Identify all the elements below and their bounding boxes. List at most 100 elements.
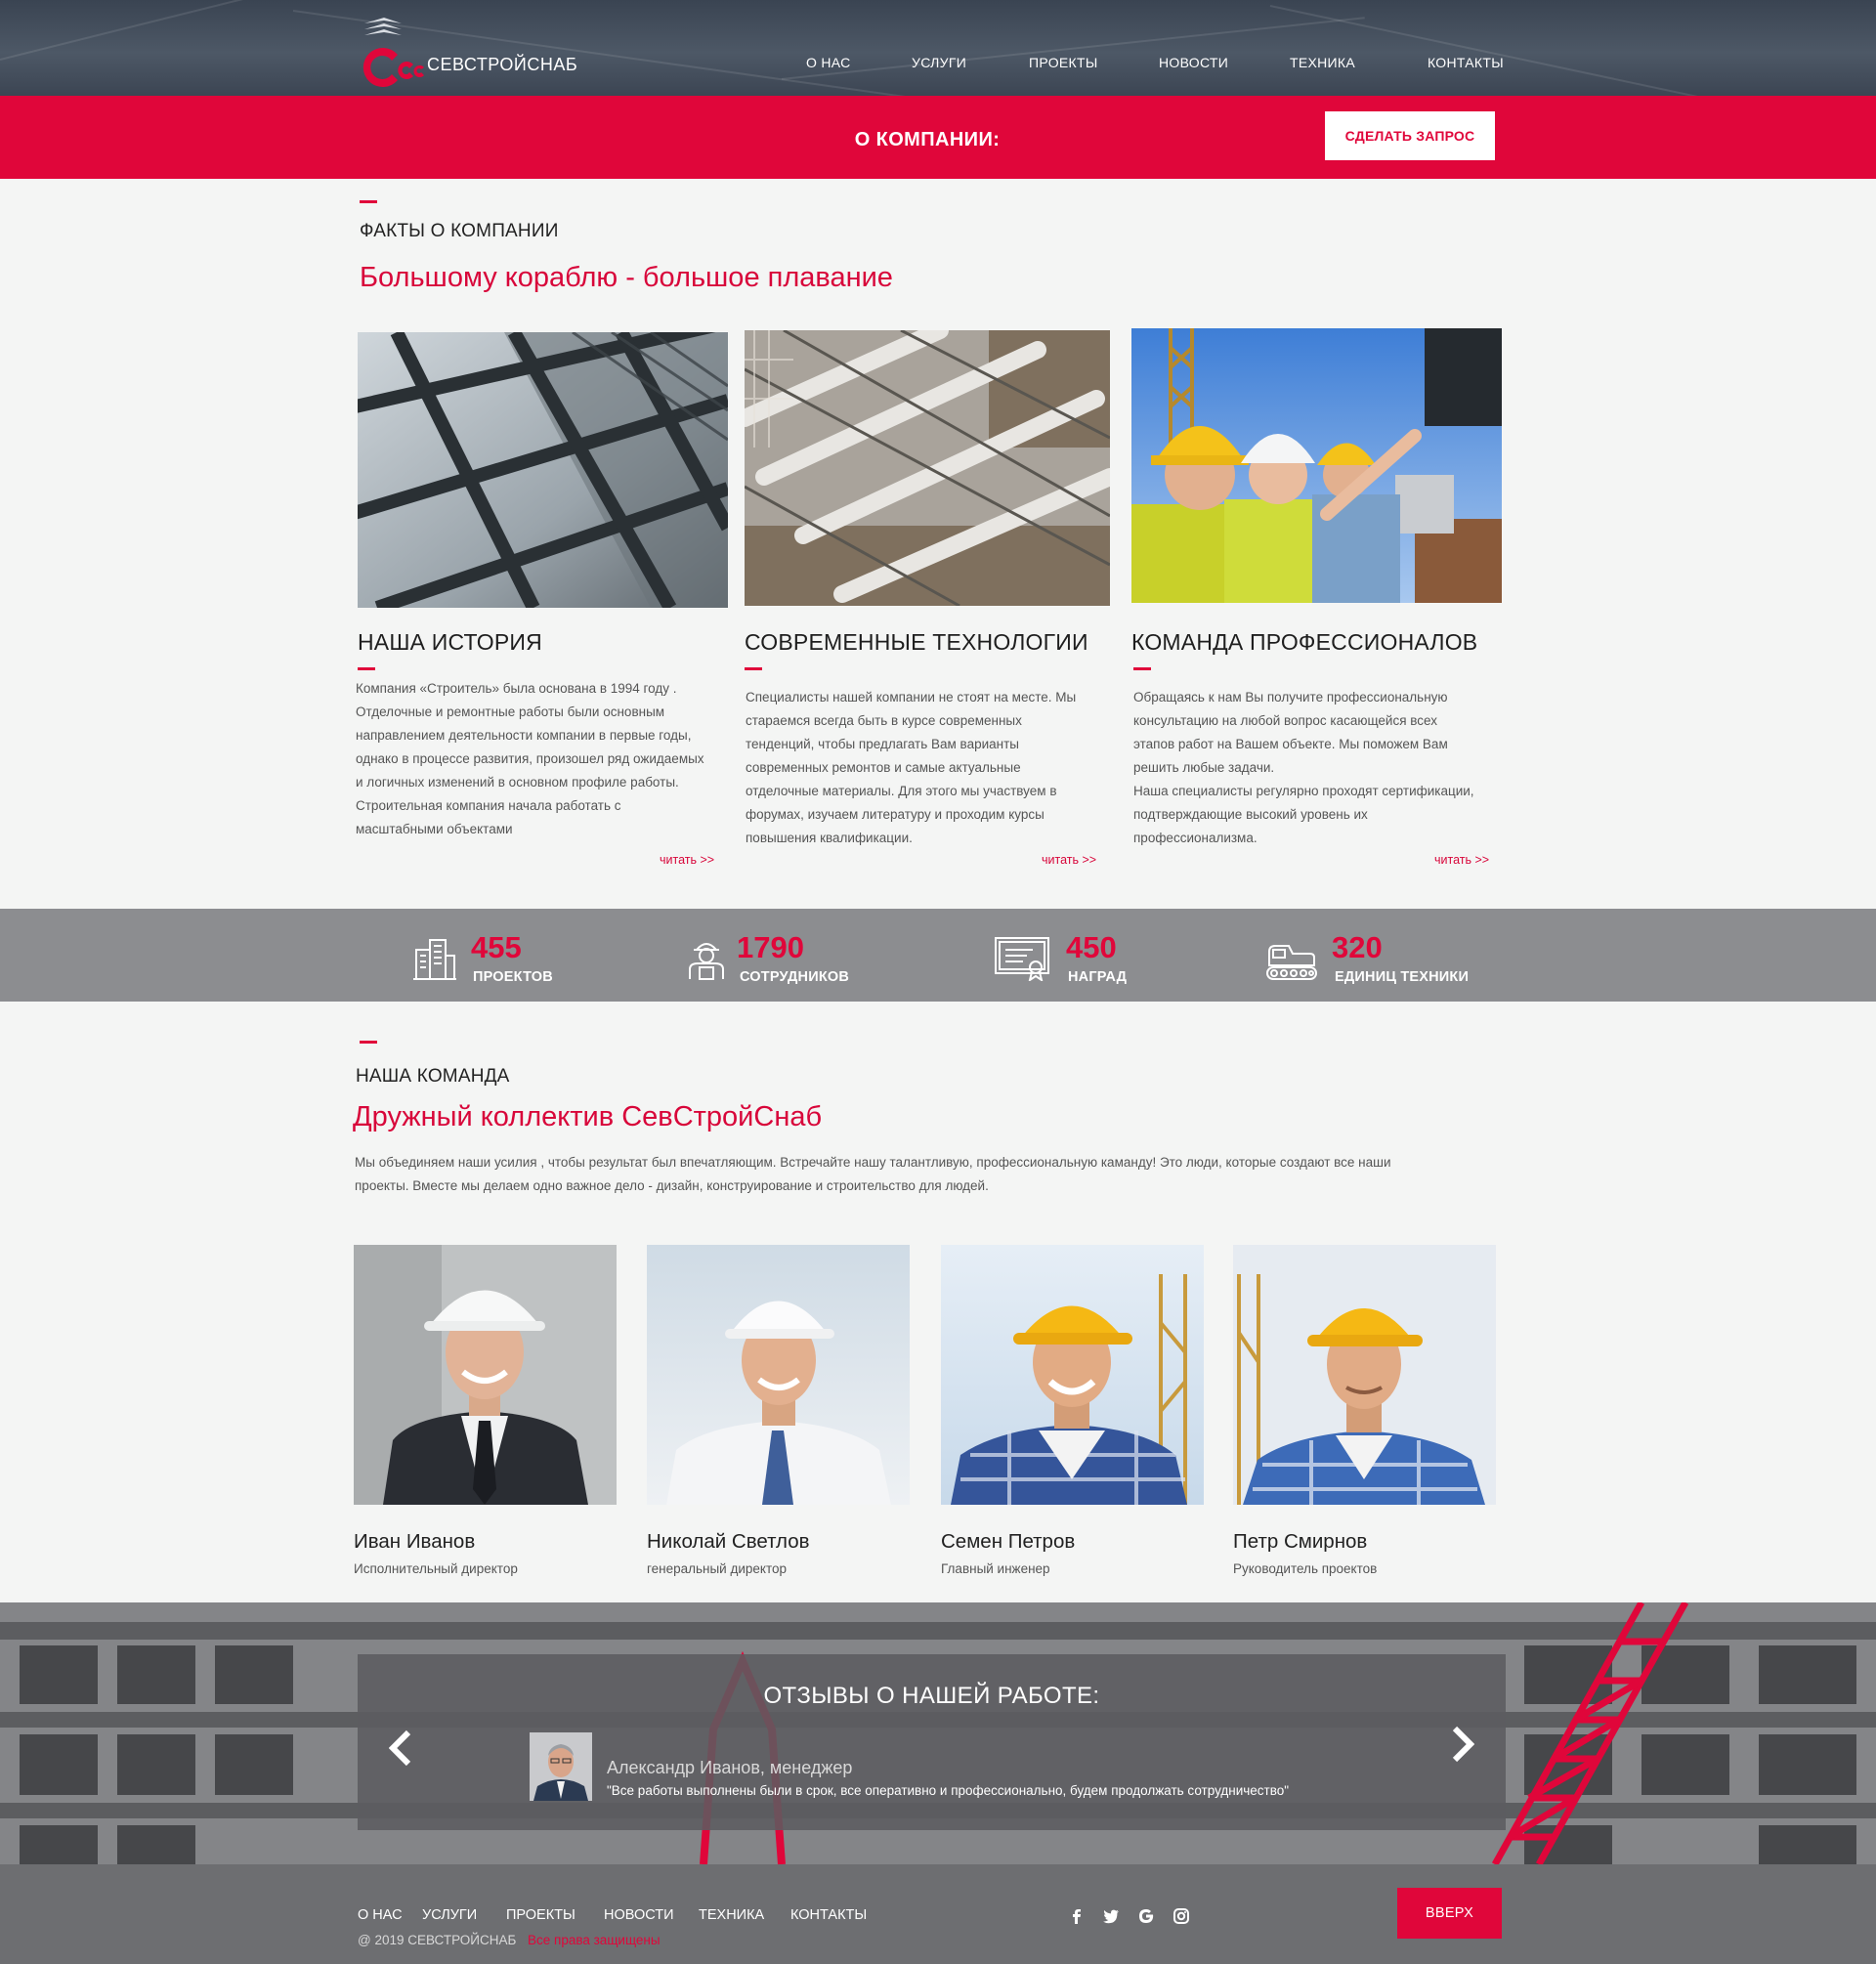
- construction-site-image: [745, 330, 1110, 606]
- reviews-section: ОТЗЫВЫ О НАШЕЙ РАБОТЕ: Александр Иванов,…: [0, 1602, 1876, 1864]
- footer-nav-projects[interactable]: ПРОЕКТЫ: [506, 1907, 576, 1923]
- stat-awards-value: 450: [1066, 930, 1117, 964]
- stats-bar: 455 ПРОЕКТОВ 1790 СОТРУДНИКОВ 450 НАГРАД…: [0, 909, 1876, 1002]
- glass-roof-image: [358, 332, 728, 608]
- text-line: консультацию на любой вопрос касающейся …: [1133, 713, 1438, 728]
- site-footer: О НАС УСЛУГИ ПРОЕКТЫ НОВОСТИ ТЕХНИКА КОН…: [0, 1864, 1876, 1964]
- buildings-icon: [413, 939, 456, 980]
- nav-item-projects[interactable]: ПРОЕКТЫ: [1029, 55, 1098, 70]
- reviewer-avatar-image: [530, 1732, 592, 1801]
- worker-icon: [689, 943, 724, 980]
- nav-item-about[interactable]: О НАС: [806, 55, 851, 70]
- nav-item-contacts[interactable]: КОНТАКТЫ: [1428, 55, 1504, 70]
- reviews-panel: ОТЗЫВЫ О НАШЕЙ РАБОТЕ: Александр Иванов,…: [358, 1654, 1506, 1830]
- history-text: Компания «Строитель» была основана в 199…: [356, 677, 704, 841]
- stat-machinery-value: 320: [1332, 930, 1383, 964]
- stat-awards: 450 НАГРАД: [992, 909, 1187, 1002]
- reviewer-name: Александр Иванов, менеджер: [607, 1758, 853, 1777]
- text-line: однако в процессе развития, произошел ря…: [356, 751, 704, 766]
- member-photo: [941, 1245, 1204, 1505]
- team-card-text: Обращаясь к нам Вы получите профессионал…: [1133, 686, 1474, 850]
- text-line: профессионализма.: [1133, 831, 1258, 845]
- logo[interactable]: СЕВСТРОЙСНАБ: [357, 16, 611, 89]
- review-text: "Все работы выполнены были в срок, все о…: [607, 1783, 1290, 1798]
- nav-item-machinery[interactable]: ТЕХНИКА: [1290, 55, 1355, 70]
- team-read-more-link[interactable]: читать >>: [1434, 853, 1489, 867]
- stat-projects-label: ПРОЕКТОВ: [473, 969, 553, 985]
- footer-nav-news[interactable]: НОВОСТИ: [604, 1907, 674, 1923]
- instagram-icon[interactable]: [1172, 1907, 1190, 1925]
- footer-nav-about[interactable]: О НАС: [358, 1907, 403, 1923]
- member-photo: [354, 1245, 617, 1505]
- reviews-title: ОТЗЫВЫ О НАШЕЙ РАБОТЕ:: [763, 1683, 1100, 1709]
- text-line: повышения квалификации.: [746, 831, 913, 845]
- technology-text: Специалисты нашей компании не стоят на м…: [746, 686, 1076, 850]
- about-bar-title: О КОМПАНИИ:: [854, 129, 1001, 150]
- team-image: [1131, 328, 1502, 603]
- nav-item-services[interactable]: УСЛУГИ: [912, 55, 966, 70]
- history-title: НАША ИСТОРИЯ: [358, 629, 542, 655]
- technology-image: [745, 330, 1110, 606]
- text-line: Обращаясь к нам Вы получите профессионал…: [1133, 690, 1448, 704]
- request-button[interactable]: СДЕЛАТЬ ЗАПРОС: [1325, 111, 1495, 160]
- workers-image: [1131, 328, 1502, 603]
- text-line: решить любые задачи.: [1133, 760, 1275, 775]
- section-dash: [360, 1041, 377, 1044]
- team-kicker: НАША КОМАНДА: [356, 1066, 510, 1087]
- history-read-more-link[interactable]: читать >>: [660, 853, 714, 867]
- technology-read-more-link[interactable]: читать >>: [1042, 853, 1096, 867]
- portrait-image: [941, 1245, 1204, 1505]
- member-name: Николай Светлов: [647, 1530, 810, 1553]
- portrait-image: [354, 1245, 617, 1505]
- next-arrow-icon[interactable]: [1451, 1725, 1474, 1764]
- facts-kicker: ФАКТЫ О КОМПАНИИ: [360, 221, 559, 241]
- team-headline: Дружный коллектив СевСтройСнаб: [353, 1101, 823, 1132]
- stat-employees-value: 1790: [737, 930, 804, 964]
- text-line: Мы объединяем наши усилия , чтобы резуль…: [355, 1155, 1391, 1170]
- facebook-icon[interactable]: [1068, 1907, 1086, 1925]
- text-line: Наша специалисты регулярно проходят серт…: [1133, 784, 1474, 798]
- nav-item-news[interactable]: НОВОСТИ: [1159, 55, 1228, 70]
- stat-machinery-label: ЕДИНИЦ ТЕХНИКИ: [1335, 969, 1470, 985]
- about-bar: О КОМПАНИИ: СДЕЛАТЬ ЗАПРОС: [0, 96, 1876, 179]
- member-photo: [1233, 1245, 1496, 1505]
- section-dash: [358, 667, 375, 670]
- text-line: подтверждающие высокий уровень их: [1133, 807, 1368, 822]
- portrait-image: [1233, 1245, 1496, 1505]
- google-icon[interactable]: [1137, 1907, 1155, 1925]
- logo-text: СЕВСТРОЙСНАБ: [427, 55, 578, 74]
- copyright: @ 2019 СЕВСТРОЙСНАБ: [358, 1933, 517, 1947]
- stat-projects-value: 455: [471, 930, 522, 964]
- portrait-image: [647, 1245, 910, 1505]
- member-photo: [647, 1245, 910, 1505]
- member-name: Семен Петров: [941, 1530, 1076, 1553]
- stat-awards-label: НАГРАД: [1068, 969, 1128, 985]
- machinery-icon: [1266, 945, 1317, 980]
- text-line: этапов работ на Вашем объекте. Мы поможе…: [1133, 737, 1448, 751]
- scroll-top-button[interactable]: ВВЕРХ: [1397, 1888, 1502, 1939]
- section-dash: [1133, 667, 1151, 670]
- text-line: отделочные материалы. Для этого мы участ…: [746, 784, 1057, 798]
- team-intro: Мы объединяем наши усилия , чтобы резуль…: [355, 1151, 1469, 1198]
- rights-text: Все права защищены: [528, 1933, 661, 1947]
- member-role: генеральный директор: [647, 1561, 788, 1576]
- text-line: масштабными объектами: [356, 822, 513, 836]
- stat-employees-label: СОТРУДНИКОВ: [740, 969, 850, 985]
- reviewer-avatar: [530, 1732, 592, 1801]
- footer-nav-contacts[interactable]: КОНТАКТЫ: [790, 1907, 867, 1923]
- member-role: Главный инженер: [941, 1561, 1050, 1576]
- twitter-icon[interactable]: [1102, 1907, 1120, 1925]
- footer-nav-machinery[interactable]: ТЕХНИКА: [699, 1907, 764, 1923]
- text-line: и логичных изменений в основном профиле …: [356, 775, 679, 790]
- footer-nav-services[interactable]: УСЛУГИ: [422, 1907, 477, 1923]
- stat-employees: 1790 СОТРУДНИКОВ: [684, 909, 899, 1002]
- member-name: Петр Смирнов: [1233, 1530, 1368, 1553]
- section-dash: [745, 667, 762, 670]
- text-line: стараемся всегда быть в курсе современны…: [746, 713, 1022, 728]
- text-line: современных ремонтов и самые актуальные: [746, 760, 1021, 775]
- text-line: Компания «Строитель» была основана в 199…: [356, 681, 677, 696]
- prev-arrow-icon[interactable]: [389, 1729, 412, 1768]
- site-header: СЕВСТРОЙСНАБ О НАС УСЛУГИ ПРОЕКТЫ НОВОСТ…: [0, 0, 1876, 96]
- facts-headline: Большому кораблю - большое плавание: [360, 262, 893, 293]
- stat-machinery: 320 ЕДИНИЦ ТЕХНИКИ: [1263, 909, 1488, 1002]
